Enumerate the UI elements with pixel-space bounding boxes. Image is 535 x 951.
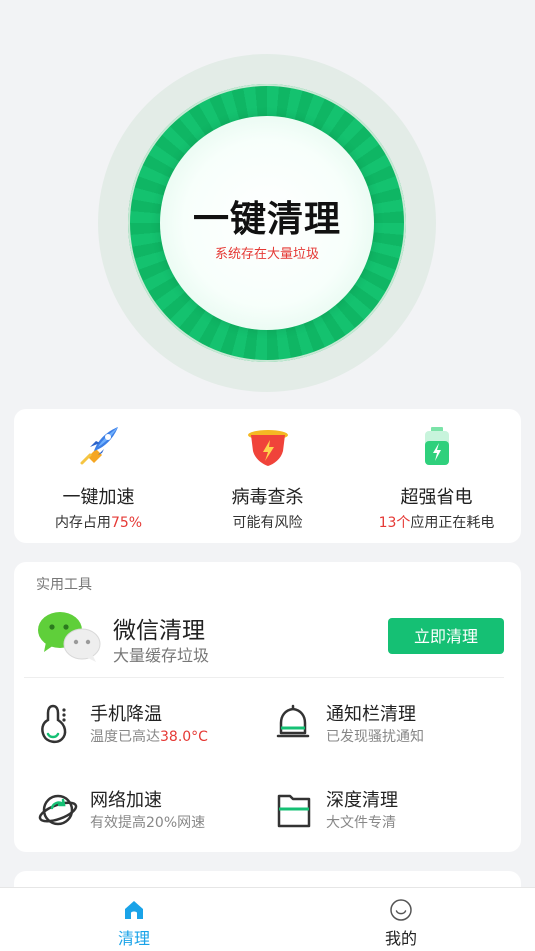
thermometer-icon	[41, 704, 67, 744]
wechat-icon	[38, 612, 101, 662]
battery-icon	[425, 427, 449, 465]
tool-subtitle: 大文件专清	[326, 815, 396, 831]
hero-title: 一键清理	[192, 199, 341, 240]
hero-subtitle: 系统存在大量垃圾	[214, 247, 319, 262]
bottom-nav: 清理 我的	[0, 887, 535, 951]
tool-title: 深度清理	[326, 790, 398, 811]
tool-title: 手机降温	[90, 704, 162, 725]
quick-action-subtitle: 13个应用正在耗电	[378, 515, 495, 531]
tool-title: 网络加速	[90, 790, 162, 811]
quick-action-title: 病毒查杀	[231, 487, 304, 508]
tool-network-speedup[interactable]: 网络加速 有效提高20%网速	[38, 786, 268, 836]
rocket-icon	[80, 427, 118, 465]
home-icon	[125, 901, 143, 919]
hero-section: 一键清理 系统存在大量垃圾	[0, 0, 535, 400]
tool-title: 通知栏清理	[326, 704, 416, 725]
tool-subtitle: 已发现骚扰通知	[326, 729, 424, 745]
tool-subtitle: 有效提高20%网速	[90, 815, 206, 831]
screen: 一键清理 系统存在大量垃圾 一键加速 内存占用75% 病毒查杀 可能有风险 超强…	[0, 0, 535, 951]
divider	[24, 677, 504, 678]
bell-icon	[276, 704, 310, 738]
quick-action-virus-scan[interactable]: 病毒查杀 可能有风险	[183, 409, 352, 543]
quick-actions-card: 一键加速 内存占用75% 病毒查杀 可能有风险 超强省电 13个应用正在耗电	[14, 409, 521, 543]
nav-label: 清理	[117, 929, 150, 948]
smile-icon	[390, 899, 412, 921]
tool-notification-clean[interactable]: 通知栏清理 已发现骚扰通知	[274, 700, 504, 750]
virus-shield-icon	[248, 430, 288, 466]
network-planet-icon	[38, 794, 78, 826]
tool-phone-cooling[interactable]: 手机降温 温度已高达38.0°C	[38, 700, 268, 750]
quick-action-title: 一键加速	[62, 487, 135, 508]
quick-action-subtitle: 内存占用75%	[54, 515, 143, 531]
tools-card: 实用工具 微信清理 大量缓存垃圾 立即清理 手机降温 温度已高达38.0°C 通…	[14, 562, 521, 852]
wechat-clean-title: 微信清理	[113, 618, 205, 644]
nav-label: 我的	[384, 929, 417, 948]
quick-action-power-save[interactable]: 超强省电 13个应用正在耗电	[352, 409, 521, 543]
tools-section-title: 实用工具	[36, 577, 92, 593]
quick-action-subtitle: 可能有风险	[232, 515, 303, 531]
tool-deep-clean[interactable]: 深度清理 大文件专清	[274, 786, 504, 836]
folder-icon	[277, 794, 311, 828]
wechat-clean-subtitle: 大量缓存垃圾	[113, 646, 210, 665]
clean-now-button[interactable]: 立即清理	[388, 618, 504, 654]
nav-tab-mine[interactable]: 我的	[301, 888, 501, 951]
quick-action-title: 超强省电	[400, 487, 473, 508]
quick-action-speedup[interactable]: 一键加速 内存占用75%	[14, 409, 183, 543]
tool-subtitle: 温度已高达38.0°C	[90, 729, 208, 745]
nav-tab-clean[interactable]: 清理	[34, 888, 234, 951]
